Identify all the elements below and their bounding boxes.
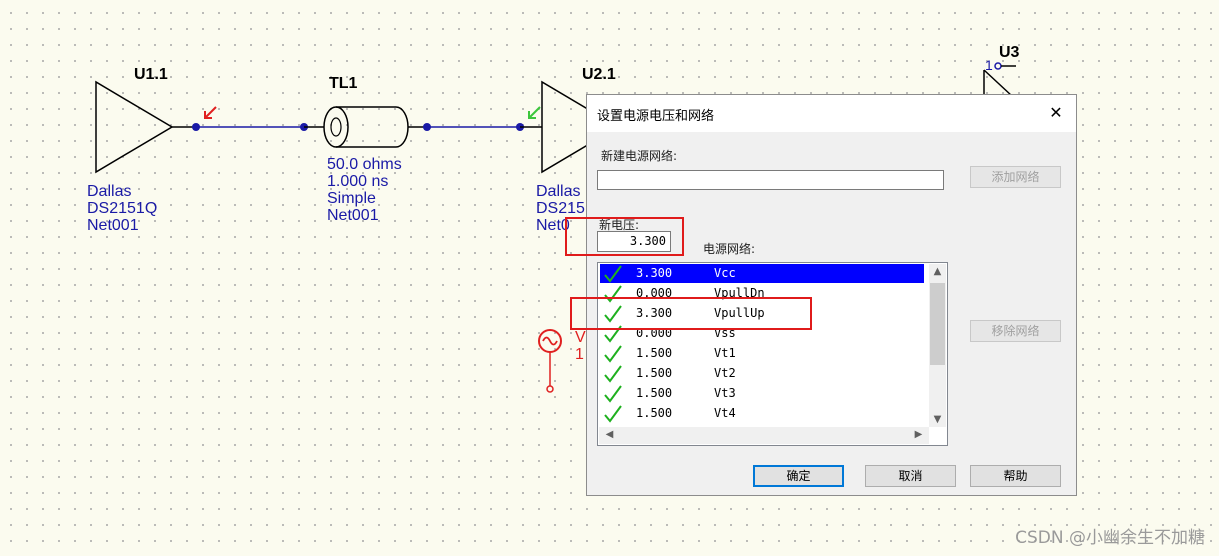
- net-list-item[interactable]: 1.500 Vt4: [600, 404, 924, 423]
- u3-pin-number: 1: [985, 57, 993, 73]
- power-nets-list[interactable]: 1.500 Vt4 1.500 Vt3 1.500 Vt2 1.500 Vt1 0.000 Vss…: [597, 262, 948, 446]
- scroll-left-icon[interactable]: ◀: [601, 429, 618, 440]
- power-supply-dialog: 设置电源电压和网络 ✕ 新建电源网络: 添加网络 新电压: 3.300 电源网络…: [586, 94, 1077, 496]
- net-name: Vt1: [714, 346, 736, 360]
- remove-net-button[interactable]: 移除网络: [970, 320, 1061, 342]
- net-list-item[interactable]: 1.500 Vt1: [600, 344, 924, 363]
- u1-buffer-symbol[interactable]: [95, 80, 174, 174]
- dialog-title: 设置电源电压和网络: [597, 109, 715, 124]
- net-list-item[interactable]: 1.500 Vt3: [600, 384, 924, 403]
- cancel-button[interactable]: 取消: [865, 465, 956, 487]
- new-net-label: 新建电源网络:: [601, 149, 678, 163]
- scroll-right-icon[interactable]: ▶: [910, 429, 927, 440]
- help-button[interactable]: 帮助: [970, 465, 1061, 487]
- check-icon[interactable]: [602, 384, 624, 404]
- u1-properties: Dallas DS2151Q Net001: [87, 183, 158, 234]
- ok-button[interactable]: 确定: [753, 465, 844, 487]
- check-icon[interactable]: [602, 404, 624, 424]
- probe-arrow-green-icon: [528, 106, 541, 119]
- highlight-box-vpullup: [570, 297, 812, 330]
- dialog-titlebar[interactable]: 设置电源电压和网络 ✕: [587, 95, 1076, 132]
- close-icon[interactable]: ✕: [1044, 101, 1068, 125]
- u3-reference: U3: [999, 44, 1020, 61]
- net-voltage: 1.500: [636, 406, 673, 420]
- list-vertical-scrollbar[interactable]: ▲ ▼: [929, 264, 946, 427]
- power-nets-label: 电源网络:: [703, 242, 756, 256]
- net-name: Vcc: [714, 266, 736, 280]
- scroll-up-icon[interactable]: ▲: [929, 266, 946, 277]
- scroll-down-icon[interactable]: ▼: [929, 414, 946, 425]
- source-label-line2: 1: [575, 346, 584, 363]
- u1-reference: U1.1: [134, 66, 168, 83]
- net-name: Vt3: [714, 386, 736, 400]
- check-icon[interactable]: [602, 364, 624, 384]
- add-net-button[interactable]: 添加网络: [970, 166, 1061, 188]
- net-name: Vt4: [714, 406, 736, 420]
- tl1-reference: TL1: [329, 75, 358, 92]
- watermark-text: CSDN @小幽余生不加糖: [1015, 528, 1205, 548]
- highlight-box-new-voltage: [565, 217, 684, 256]
- net-list-item[interactable]: 1.500 Vt2: [600, 364, 924, 383]
- net-voltage: 1.500: [636, 366, 673, 380]
- scroll-thumb[interactable]: [930, 283, 945, 365]
- u2-reference: U2.1: [582, 66, 616, 83]
- net-name: Vt2: [714, 366, 736, 380]
- list-horizontal-scrollbar[interactable]: ◀ ▶: [599, 427, 929, 444]
- net-voltage: 3.300: [636, 266, 673, 280]
- net-voltage: 1.500: [636, 386, 673, 400]
- tl1-transmission-line-symbol[interactable]: [323, 106, 409, 148]
- ac-source-icon[interactable]: [538, 329, 562, 393]
- probe-arrow-icon: [204, 106, 217, 119]
- source-label-line1: V: [575, 329, 586, 346]
- check-icon[interactable]: [602, 264, 624, 284]
- net-list-item[interactable]: 3.300 Vcc: [600, 264, 924, 283]
- new-net-input[interactable]: [597, 170, 944, 190]
- net-voltage: 1.500: [636, 346, 673, 360]
- check-icon[interactable]: [602, 344, 624, 364]
- tl1-properties: 50.0 ohms 1.000 ns Simple Net001: [327, 156, 402, 224]
